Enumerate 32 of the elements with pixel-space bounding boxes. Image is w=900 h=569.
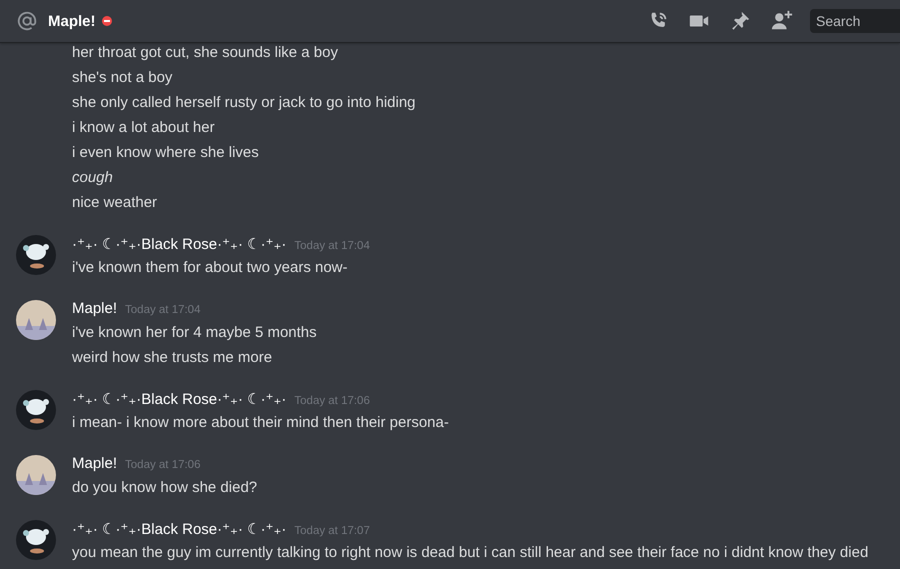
message-text: do you know how she died? [72,478,258,498]
message-text: i even know where she lives [72,143,260,163]
message-text: weird how she trusts me more [72,348,274,368]
message-text: she only called herself rusty or jack to go into hiding [72,93,416,113]
avatar[interactable] [16,390,56,430]
avatar[interactable] [16,520,56,560]
message-text: i mean- i know more about their mind then their persona- [72,413,449,433]
avatar[interactable] [16,455,56,495]
username[interactable]: ·⁺₊· ☾·⁺₊·Black Rose·⁺₊· ☾·⁺₊· [72,390,286,408]
username[interactable]: Maple! [72,300,118,317]
timestamp: Today at 17:04 [294,240,370,252]
avatar[interactable] [16,235,56,275]
message-text: i know a lot about her [72,118,216,138]
timestamp: Today at 17:06 [125,459,200,471]
username[interactable]: Maple! [72,455,118,472]
channel-title: Maple! [48,12,96,30]
message-text: her throat got cut, she sounds like a boy [72,43,339,63]
timestamp: Today at 17:06 [294,395,370,407]
message-text: you mean the guy im currently talking to right now is dead but i can still hear and see their face no i didnt know they died [72,543,868,563]
message-text: i've known her for 4 maybe 5 months [72,323,317,343]
add-friend-icon[interactable] [770,10,794,32]
message-text: she's not a boy [72,68,174,88]
message-text: cough [72,168,114,188]
message-text: nice weather [72,193,158,213]
timestamp: Today at 17:07 [294,525,370,537]
message-text: i've known them for about two years now- [72,258,348,278]
at-sign-icon [16,10,38,32]
username[interactable]: ·⁺₊· ☾·⁺₊·Black Rose·⁺₊· ☾·⁺₊· [72,520,286,538]
timestamp: Today at 17:04 [125,304,200,316]
username[interactable]: ·⁺₊· ☾·⁺₊·Black Rose·⁺₊· ☾·⁺₊· [72,235,286,253]
search-field[interactable]: Search [810,9,900,33]
avatar[interactable] [16,300,56,340]
